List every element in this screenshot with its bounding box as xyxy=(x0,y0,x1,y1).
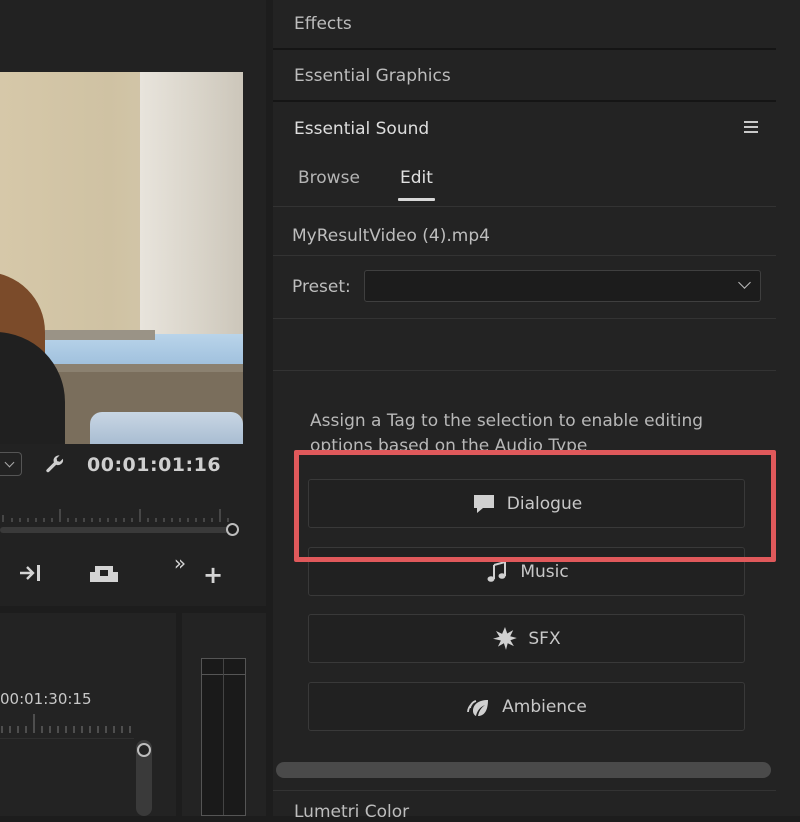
effects-panel-header[interactable]: Effects xyxy=(273,0,776,50)
monitor-ruler xyxy=(2,509,229,522)
separator xyxy=(273,255,776,256)
playhead-handle[interactable] xyxy=(226,523,239,536)
monitor-scrub-bar[interactable] xyxy=(0,527,236,533)
export-frame-icon xyxy=(90,566,118,582)
preset-dropdown[interactable] xyxy=(364,270,761,302)
sfx-label: SFX xyxy=(528,628,561,649)
lumetri-color-panel-header[interactable]: Lumetri Color xyxy=(294,802,409,822)
essential-sound-panel-header[interactable]: Essential Sound xyxy=(273,104,776,154)
more-button[interactable]: » xyxy=(168,548,192,578)
video-blind-bar xyxy=(45,330,155,340)
video-cloth xyxy=(90,412,243,444)
music-note-icon xyxy=(484,560,510,584)
separator xyxy=(273,790,776,791)
timeline-track-divider xyxy=(0,738,134,739)
video-sill xyxy=(40,364,243,372)
timeline-scroll-handle[interactable] xyxy=(137,743,151,757)
add-button[interactable]: + xyxy=(202,560,224,590)
preset-label: Preset: xyxy=(292,277,351,297)
essential-graphics-panel-header[interactable]: Essential Graphics xyxy=(273,52,776,102)
hamburger-menu-icon[interactable] xyxy=(744,121,758,135)
highlight-annotation xyxy=(294,450,776,562)
wrench-icon[interactable] xyxy=(44,453,66,475)
active-tab-indicator xyxy=(398,198,435,201)
tab-browse[interactable]: Browse xyxy=(298,168,360,188)
separator xyxy=(273,318,776,319)
ambience-label: Ambience xyxy=(502,696,587,717)
timeline-timecode[interactable]: 00:01:30:15 xyxy=(0,690,92,708)
music-label: Music xyxy=(520,561,569,582)
leaf-icon xyxy=(466,695,492,719)
more-icon: » xyxy=(173,551,187,575)
video-preview[interactable] xyxy=(0,72,243,444)
insert-icon xyxy=(20,565,40,581)
separator xyxy=(273,370,776,371)
video-blind xyxy=(140,72,243,334)
timeline-ruler xyxy=(1,714,131,733)
burst-icon xyxy=(492,626,518,651)
sfx-button[interactable]: SFX xyxy=(308,614,745,663)
export-frame-button[interactable] xyxy=(86,558,122,588)
zoom-dropdown[interactable] xyxy=(0,452,22,476)
ambience-button[interactable]: Ambience xyxy=(308,682,745,731)
separator xyxy=(273,206,776,207)
tab-edit[interactable]: Edit xyxy=(400,168,433,188)
clip-name: MyResultVideo (4).mp4 xyxy=(292,226,490,246)
audio-meter xyxy=(201,658,246,816)
insert-button[interactable] xyxy=(14,558,48,588)
add-icon: + xyxy=(202,561,224,589)
program-timecode[interactable]: 00:01:01:16 xyxy=(87,454,221,476)
horizontal-scrollbar[interactable] xyxy=(276,762,771,778)
